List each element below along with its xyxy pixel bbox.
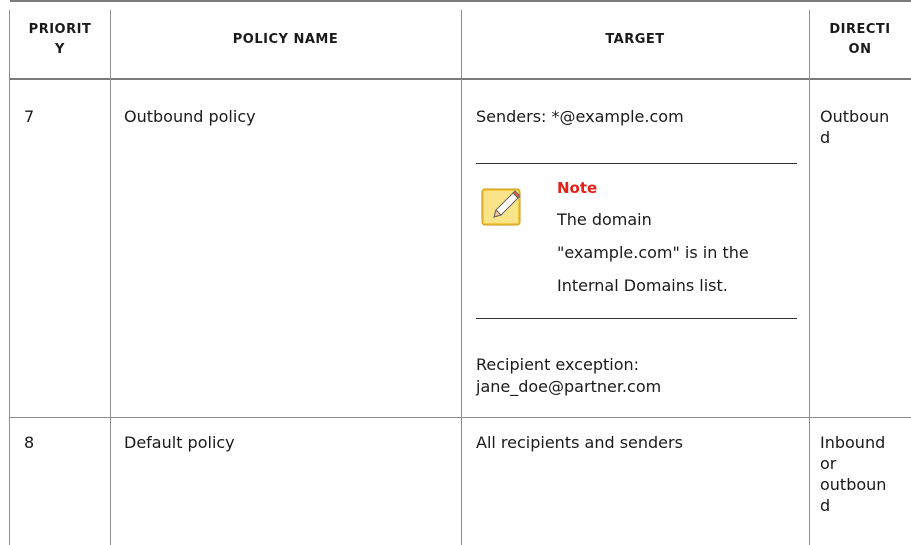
row-8-policy-name: Default policy [124, 433, 235, 452]
row-8-priority: 8 [24, 433, 35, 452]
note-pencil-icon [480, 183, 524, 227]
header-target: TARGET [461, 0, 809, 80]
row-7-priority: 7 [24, 107, 35, 126]
header-direction: DIRECTI ON [809, 0, 911, 80]
row-7-target-senders: Senders: *@example.com [476, 107, 684, 126]
note-text-line1: The domain [557, 210, 652, 229]
row-divider [10, 417, 911, 418]
column-divider [809, 10, 810, 545]
row-8-target: All recipients and senders [476, 433, 683, 452]
header-priority-line1: PRIORIT [28, 22, 92, 37]
note-text-line3: Internal Domains list. [557, 276, 728, 295]
row-8-direction-line3: outboun [820, 475, 887, 494]
note-top-rule [476, 163, 797, 164]
row-7-direction-line1: Outboun [820, 107, 890, 126]
header-priority-line2: Y [55, 42, 65, 57]
row-8-direction-line1: Inbound [820, 433, 886, 452]
row-8-direction-line2: or [820, 454, 837, 473]
header-direction-line2: ON [848, 42, 872, 57]
column-divider [461, 10, 462, 545]
header-policy-name: POLICY NAME [110, 0, 461, 80]
row-7-target-exception-line1: Recipient exception: [476, 355, 640, 374]
row-7-policy-name: Outbound policy [124, 107, 256, 126]
row-8-direction-line4: d [820, 496, 831, 515]
column-divider [9, 10, 10, 545]
note-text-line2: "example.com" is in the [557, 243, 749, 262]
row-7-direction-line2: d [820, 128, 831, 147]
note-bottom-rule [476, 318, 797, 319]
header-priority: PRIORIT Y [10, 0, 110, 80]
row-7-target-exception-line2: jane_doe@partner.com [476, 377, 662, 396]
header-direction-line1: DIRECTI [829, 22, 891, 37]
policy-table: PRIORIT Y POLICY NAME TARGET DIRECTI ON … [0, 0, 911, 545]
column-divider [110, 10, 111, 545]
note-title: Note [557, 179, 598, 197]
